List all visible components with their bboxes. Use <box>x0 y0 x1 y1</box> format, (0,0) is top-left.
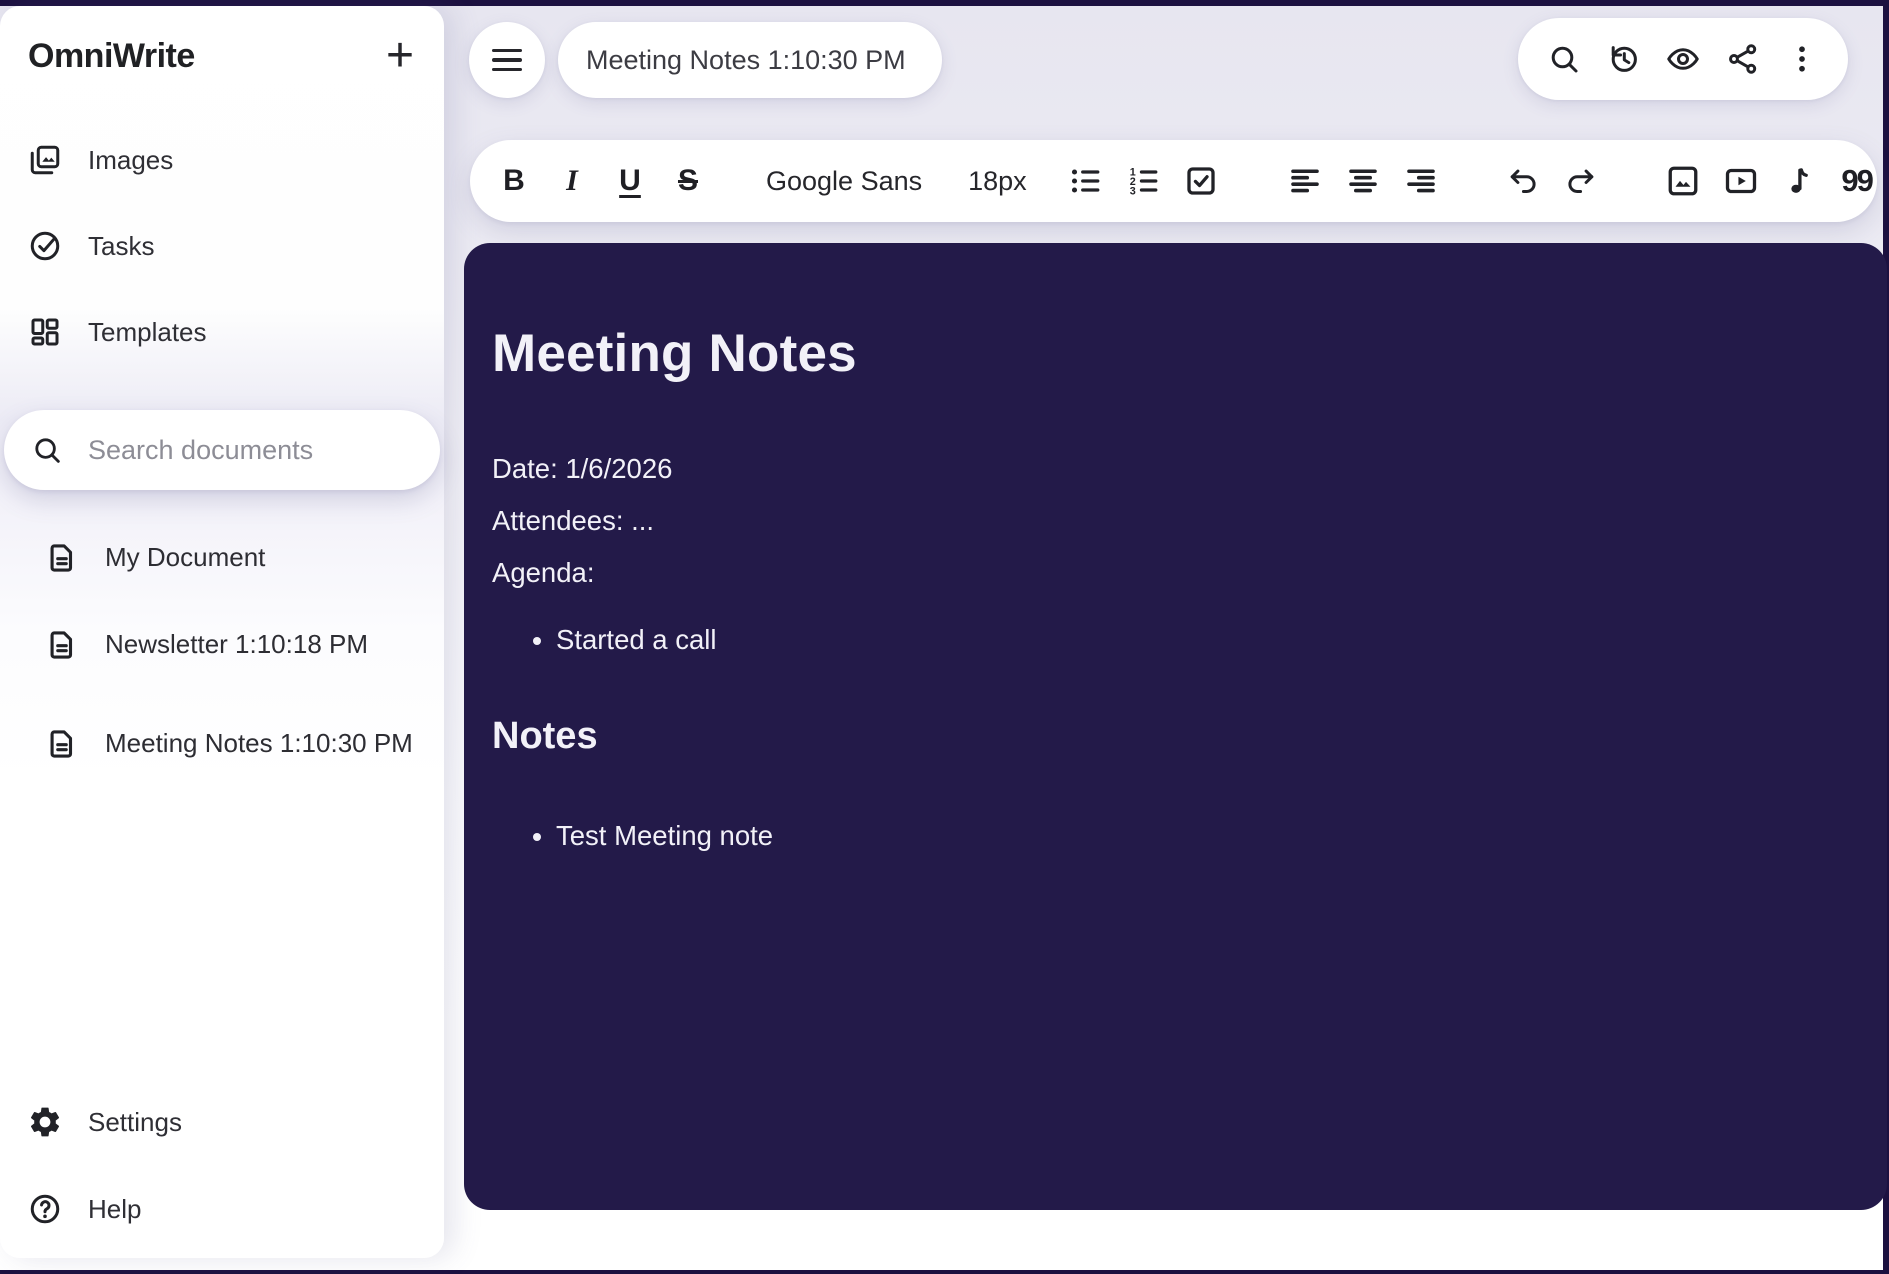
share-icon <box>1728 44 1756 74</box>
sidebar-item-help[interactable]: Help <box>0 1185 444 1233</box>
checklist-button[interactable] <box>1181 155 1221 207</box>
svg-text:3: 3 <box>1129 186 1135 198</box>
align-right-button[interactable] <box>1401 155 1441 207</box>
topbar-actions <box>1518 18 1848 100</box>
undo-button[interactable] <box>1503 155 1543 207</box>
quote-button[interactable]: 99 <box>1837 155 1877 207</box>
music-note-icon <box>1791 168 1808 193</box>
history-group <box>1503 155 1601 207</box>
align-group <box>1285 155 1441 207</box>
agenda-list: Started a call <box>492 620 1847 660</box>
doc-item-my-document[interactable]: My Document <box>0 530 444 586</box>
sidebar: OmniWrite + Images Tasks Templates Searc… <box>0 6 444 1258</box>
document-title-input[interactable] <box>558 44 942 76</box>
font-size-select[interactable]: 18px <box>968 166 1027 197</box>
insert-image-button[interactable] <box>1663 155 1703 207</box>
search-input[interactable] <box>86 433 386 467</box>
preview-eye-icon <box>1667 48 1699 70</box>
meta-line-attendees: Attendees: ... <box>492 505 655 537</box>
tasks-icon <box>30 231 60 261</box>
document-icon <box>50 631 73 659</box>
doc-item-title: Meeting Notes 1:10:30 PM <box>105 728 413 759</box>
document-icon <box>50 730 73 758</box>
document-title-pill <box>558 22 942 98</box>
document-search <box>4 410 440 490</box>
list-item: Test Meeting note <box>556 816 1847 856</box>
insert-image-icon <box>1668 166 1698 196</box>
preview-button[interactable] <box>1665 41 1701 77</box>
app-window: OmniWrite + Images Tasks Templates Searc… <box>0 0 1889 1274</box>
sidebar-item-label: Tasks <box>88 230 155 261</box>
insert-group: 99 <box>1663 155 1877 207</box>
sidebar-item-images[interactable]: Images <box>0 136 444 184</box>
numbered-list-button[interactable]: 1 2 3 <box>1123 155 1163 207</box>
app-logo: OmniWrite <box>28 36 195 75</box>
sidebar-item-label: Settings <box>88 1106 182 1137</box>
settings-gear-icon <box>30 1107 60 1137</box>
search-button[interactable] <box>1546 41 1582 77</box>
undo-icon <box>1510 169 1536 193</box>
redo-button[interactable] <box>1561 155 1601 207</box>
insert-video-button[interactable] <box>1721 155 1761 207</box>
doc-item-newsletter[interactable]: Newsletter 1:10:18 PM <box>0 617 444 673</box>
editor-canvas[interactable]: Meeting Notes Date: 1/6/2026 Attendees: … <box>464 243 1887 1210</box>
format-toolbar: B I U S Google Sans 18px 1 2 3 99 <box>470 140 1877 222</box>
share-button[interactable] <box>1725 41 1761 77</box>
doc-item-title: Newsletter 1:10:18 PM <box>105 629 369 660</box>
document-icon <box>50 544 73 572</box>
insert-audio-button[interactable] <box>1779 155 1819 207</box>
align-center-icon <box>1348 169 1377 193</box>
underline-button[interactable]: U <box>610 155 650 207</box>
images-icon <box>30 145 60 175</box>
history-icon <box>1611 46 1637 72</box>
italic-button[interactable]: I <box>552 155 592 207</box>
strikethrough-button[interactable]: S <box>668 155 708 207</box>
font-family-select[interactable]: Google Sans <box>766 166 922 197</box>
doc-item-title: My Document <box>105 542 266 573</box>
notes-heading: Notes <box>492 715 598 758</box>
help-icon <box>30 1194 60 1224</box>
list-item: Started a call <box>556 620 1847 660</box>
meta-line-agenda: Agenda: <box>492 557 595 589</box>
align-left-button[interactable] <box>1285 155 1325 207</box>
search-icon <box>1551 46 1578 73</box>
notes-list: Test Meeting note <box>492 816 1847 856</box>
new-document-button[interactable]: + <box>376 32 424 80</box>
menu-button[interactable] <box>469 22 545 98</box>
more-options-button[interactable] <box>1784 41 1820 77</box>
sidebar-item-label: Images <box>88 144 174 175</box>
meta-line-date: Date: 1/6/2026 <box>492 453 673 485</box>
search-icon <box>35 438 60 463</box>
document-heading: Meeting Notes <box>492 324 857 383</box>
align-right-icon <box>1406 169 1435 193</box>
bold-button[interactable]: B <box>494 155 534 207</box>
templates-icon <box>31 318 59 346</box>
sidebar-item-tasks[interactable]: Tasks <box>0 222 444 270</box>
bullet-list-icon <box>1071 169 1100 193</box>
sidebar-item-label: Help <box>88 1193 142 1224</box>
bullet-list-button[interactable] <box>1065 155 1105 207</box>
sidebar-item-label: Templates <box>88 316 207 347</box>
text-style-group: B I U S <box>494 155 708 207</box>
sidebar-header: OmniWrite + <box>28 28 424 84</box>
hamburger-icon <box>492 48 522 53</box>
doc-item-meeting-notes[interactable]: Meeting Notes 1:10:30 PM <box>0 698 444 790</box>
insert-video-icon <box>1725 168 1756 194</box>
history-button[interactable] <box>1606 41 1642 77</box>
align-left-icon <box>1290 169 1319 193</box>
sidebar-item-templates[interactable]: Templates <box>0 308 444 356</box>
align-center-button[interactable] <box>1343 155 1383 207</box>
checkbox-icon <box>1187 167 1215 195</box>
numbered-list-icon: 1 2 3 <box>1129 167 1158 198</box>
more-vert-icon <box>1799 46 1805 72</box>
sidebar-item-settings[interactable]: Settings <box>0 1098 444 1146</box>
redo-icon <box>1568 169 1593 193</box>
list-group: 1 2 3 <box>1065 155 1221 207</box>
